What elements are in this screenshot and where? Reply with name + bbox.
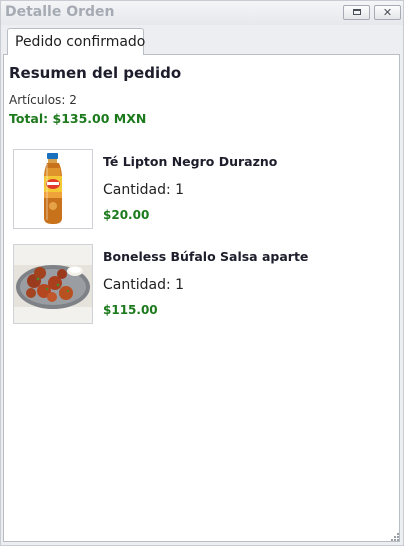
summary-heading: Resumen del pedido [9, 64, 182, 82]
order-detail-window: Detalle Orden ✕ Pedido confirmado Resume… [0, 0, 404, 546]
resize-grip-icon[interactable] [390, 532, 400, 542]
items-count-value: 2 [69, 93, 77, 107]
list-item: Té Lipton Negro Durazno Cantidad: 1 $20.… [13, 149, 393, 231]
maximize-icon [353, 9, 361, 15]
close-icon: ✕ [382, 6, 393, 19]
close-button[interactable]: ✕ [374, 5, 401, 20]
order-summary-panel: Resumen del pedido Artículos: 2 Total: $… [3, 54, 400, 542]
item-name: Boneless Búfalo Salsa aparte [103, 249, 309, 264]
order-total: Total: $135.00 MXN [9, 111, 147, 126]
item-quantity: Cantidad: 1 [103, 277, 184, 293]
item-quantity: Cantidad: 1 [103, 182, 184, 198]
item-name: Té Lipton Negro Durazno [103, 154, 278, 169]
tab-label: Pedido confirmado [15, 34, 146, 50]
list-item: Boneless Búfalo Salsa aparte Cantidad: 1… [13, 244, 393, 326]
iced-tea-bottle-image [13, 149, 93, 229]
item-quantity-value: 1 [175, 277, 185, 293]
items-count-label: Artículos: [9, 93, 66, 107]
item-price: $20.00 [103, 208, 150, 222]
item-quantity-value: 1 [175, 182, 185, 198]
maximize-button[interactable] [343, 5, 370, 20]
boneless-wings-plate-image [13, 244, 93, 324]
item-quantity-label: Cantidad: [103, 182, 171, 198]
tab-pedido-confirmado[interactable]: Pedido confirmado [7, 28, 146, 55]
window-title: Detalle Orden [5, 4, 115, 20]
item-price: $115.00 [103, 303, 158, 317]
item-quantity-label: Cantidad: [103, 277, 171, 293]
items-count: Artículos: 2 [9, 93, 77, 107]
title-bar[interactable]: Detalle Orden ✕ [1, 1, 403, 25]
